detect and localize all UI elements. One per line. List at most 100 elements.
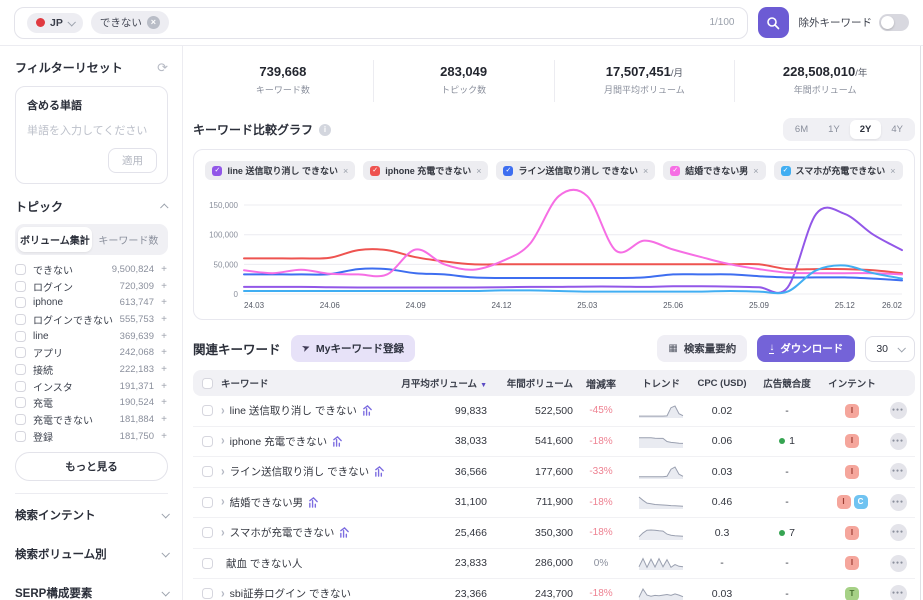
- add-topic-icon[interactable]: +: [160, 264, 168, 275]
- tab-keyword-count[interactable]: キーワード数: [92, 227, 165, 252]
- include-words-input[interactable]: 単語を入力してください: [27, 122, 157, 138]
- reset-icon[interactable]: ⟳: [157, 60, 168, 76]
- expand-chevron-icon[interactable]: ›: [221, 404, 225, 418]
- topic-item[interactable]: できない9,500,824+: [15, 261, 168, 278]
- add-topic-icon[interactable]: +: [160, 431, 168, 442]
- range-button-6m[interactable]: 6M: [785, 120, 818, 139]
- legend-chip[interactable]: ✓line 送信取り消し できない×: [205, 161, 355, 180]
- info-icon[interactable]: i: [319, 124, 331, 136]
- row-checkbox[interactable]: [202, 527, 213, 538]
- search-keyword-tag[interactable]: できない ×: [91, 11, 169, 34]
- header-monthly-volume[interactable]: 月平均ボリューム▼: [401, 376, 487, 390]
- legend-remove-icon[interactable]: ×: [643, 166, 648, 176]
- sidebar-section-0[interactable]: 検索インテント: [15, 496, 168, 535]
- search-box[interactable]: JP できない × 1/100: [14, 7, 748, 39]
- more-options-icon[interactable]: ●●●: [890, 463, 907, 480]
- exclude-keyword-toggle[interactable]: [879, 14, 909, 31]
- trend-chart-icon[interactable]: [362, 405, 373, 416]
- add-topic-icon[interactable]: +: [160, 281, 168, 292]
- table-row[interactable]: ›結婚できない男31,100711,900-18%0.46-IC●●●: [193, 488, 915, 519]
- show-more-button[interactable]: もっと見る: [15, 452, 168, 481]
- topic-item[interactable]: 充電190,524+: [15, 395, 168, 412]
- topic-checkbox[interactable]: [15, 381, 26, 392]
- topic-item[interactable]: 登録181,750+: [15, 428, 168, 445]
- add-topic-icon[interactable]: +: [160, 364, 168, 375]
- search-button[interactable]: [758, 7, 789, 38]
- legend-chip[interactable]: ✓iphone 充電できない×: [363, 161, 488, 180]
- add-topic-icon[interactable]: +: [160, 314, 168, 325]
- legend-remove-icon[interactable]: ×: [890, 166, 895, 176]
- table-row[interactable]: ›ライン送信取り消し できない36,566177,600-33%0.03-I●●…: [193, 457, 915, 488]
- keyword-text[interactable]: sbi証券ログイン できない: [230, 586, 351, 600]
- keyword-text[interactable]: 結婚できない男: [230, 495, 304, 510]
- expand-chevron-icon[interactable]: ›: [221, 495, 225, 509]
- legend-checkbox-icon[interactable]: ✓: [781, 166, 791, 176]
- range-button-1y[interactable]: 1Y: [818, 120, 850, 139]
- sidebar-section-2[interactable]: SERP構成要素: [15, 574, 168, 600]
- topic-item[interactable]: インスタ191,371+: [15, 378, 168, 395]
- search-volume-summary-button[interactable]: ▦ 検索量要約: [657, 335, 747, 362]
- legend-remove-icon[interactable]: ×: [343, 166, 348, 176]
- topic-item[interactable]: iphone613,747+: [15, 294, 168, 311]
- trend-chart-icon[interactable]: [332, 436, 343, 447]
- add-topic-icon[interactable]: +: [160, 347, 168, 358]
- row-checkbox[interactable]: [202, 436, 213, 447]
- legend-checkbox-icon[interactable]: ✓: [670, 166, 680, 176]
- keyword-text[interactable]: ライン送信取り消し できない: [230, 464, 369, 479]
- row-checkbox[interactable]: [202, 405, 213, 416]
- row-checkbox[interactable]: [202, 588, 213, 599]
- topic-item[interactable]: アプリ242,068+: [15, 344, 168, 361]
- keyword-text[interactable]: line 送信取り消し できない: [230, 403, 357, 418]
- keyword-text[interactable]: iphone 充電できない: [230, 434, 327, 449]
- legend-chip[interactable]: ✓結婚できない男×: [663, 161, 765, 180]
- add-topic-icon[interactable]: +: [160, 397, 168, 408]
- row-checkbox[interactable]: [202, 466, 213, 477]
- expand-chevron-icon[interactable]: ›: [221, 434, 225, 448]
- topic-checkbox[interactable]: [15, 414, 26, 425]
- topic-checkbox[interactable]: [15, 397, 26, 408]
- topic-checkbox[interactable]: [15, 431, 26, 442]
- remove-keyword-icon[interactable]: ×: [147, 16, 160, 29]
- country-selector[interactable]: JP: [27, 13, 83, 33]
- add-topic-icon[interactable]: +: [160, 297, 168, 308]
- table-row[interactable]: 献血 できない人23,833286,0000%--I●●●: [193, 549, 915, 580]
- topic-item[interactable]: line369,639+: [15, 328, 168, 345]
- more-options-icon[interactable]: ●●●: [890, 524, 907, 541]
- chevron-up-icon[interactable]: [160, 203, 168, 211]
- topic-item[interactable]: 充電できない181,884+: [15, 411, 168, 428]
- more-options-icon[interactable]: ●●●: [890, 494, 907, 511]
- page-size-select[interactable]: 30: [865, 336, 915, 362]
- add-topic-icon[interactable]: +: [160, 331, 168, 342]
- legend-checkbox-icon[interactable]: ✓: [370, 166, 380, 176]
- more-options-icon[interactable]: ●●●: [890, 402, 907, 419]
- range-button-4y[interactable]: 4Y: [881, 120, 913, 139]
- topic-checkbox[interactable]: [15, 281, 26, 292]
- more-options-icon[interactable]: ●●●: [890, 555, 907, 572]
- legend-checkbox-icon[interactable]: ✓: [503, 166, 513, 176]
- legend-remove-icon[interactable]: ×: [753, 166, 758, 176]
- add-topic-icon[interactable]: +: [160, 381, 168, 392]
- topic-checkbox[interactable]: [15, 297, 26, 308]
- legend-checkbox-icon[interactable]: ✓: [212, 166, 222, 176]
- more-options-icon[interactable]: ●●●: [890, 433, 907, 450]
- topic-checkbox[interactable]: [15, 364, 26, 375]
- legend-chip[interactable]: ✓ライン送信取り消し できない×: [496, 161, 655, 180]
- more-options-icon[interactable]: ●●●: [890, 585, 907, 600]
- scrollbar[interactable]: [920, 46, 921, 600]
- topic-checkbox[interactable]: [15, 331, 26, 342]
- topic-item[interactable]: ログイン720,309+: [15, 278, 168, 295]
- table-row[interactable]: ›sbi証券ログイン できない23,366243,700-18%0.03-T●●…: [193, 579, 915, 600]
- row-checkbox[interactable]: [202, 558, 213, 569]
- expand-chevron-icon[interactable]: ›: [221, 465, 225, 479]
- legend-chip[interactable]: ✓スマホが充電できない×: [774, 161, 903, 180]
- keyword-text[interactable]: スマホが充電できない: [230, 525, 335, 540]
- apply-button[interactable]: 適用: [108, 148, 157, 173]
- select-all-checkbox[interactable]: [202, 378, 213, 389]
- expand-chevron-icon[interactable]: ›: [221, 526, 225, 540]
- range-button-2y[interactable]: 2Y: [850, 120, 882, 139]
- add-topic-icon[interactable]: +: [160, 414, 168, 425]
- my-keyword-register-button[interactable]: ➤ Myキーワード登録: [291, 335, 415, 362]
- sidebar-section-1[interactable]: 検索ボリューム別: [15, 535, 168, 574]
- topic-checkbox[interactable]: [15, 314, 26, 325]
- legend-remove-icon[interactable]: ×: [476, 166, 481, 176]
